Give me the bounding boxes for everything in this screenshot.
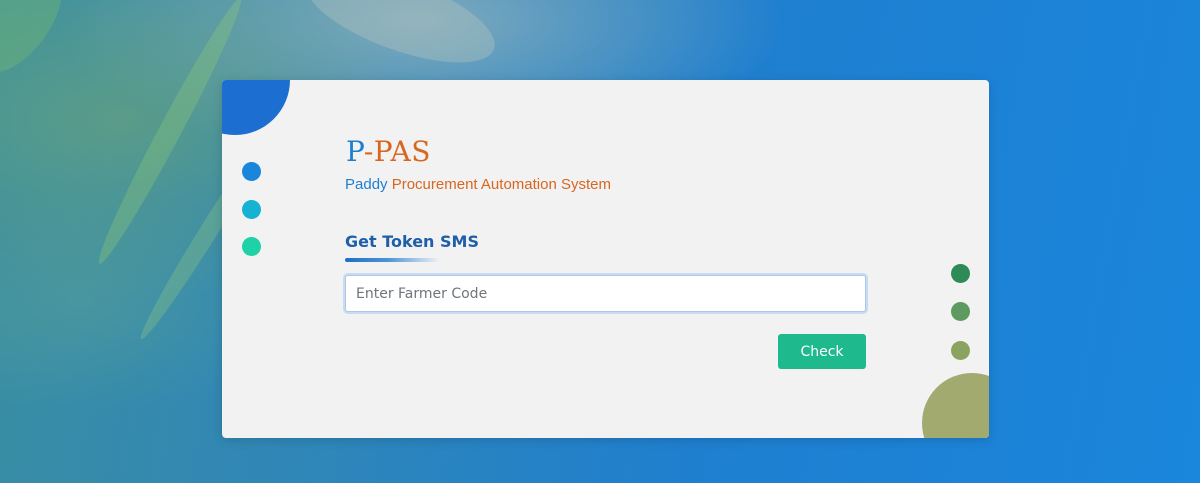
decorative-circle-large-top (222, 80, 290, 135)
login-card: P-PAS Paddy Procurement Automation Syste… (222, 80, 989, 438)
rice-leaf-decoration (0, 0, 79, 87)
decorative-dot-green-light (951, 341, 970, 360)
brand-logo-title: P-PAS (346, 138, 431, 166)
heading-underline (345, 258, 440, 262)
brand-subtitle: Paddy Procurement Automation System (345, 177, 611, 192)
decorative-dot-green-mid (951, 302, 970, 321)
brand-subtitle-rest: Procurement Automation System (387, 176, 611, 193)
brand-title-rest: -PAS (363, 135, 431, 168)
brand-title-first: P (346, 135, 364, 168)
brand-subtitle-word1: Paddy (345, 176, 388, 193)
rice-grain-decoration (294, 0, 506, 83)
decorative-dot-cyan (242, 200, 261, 219)
form-heading: Get Token SMS (345, 232, 479, 251)
decorative-dot-teal (242, 237, 261, 256)
decorative-circle-large-bottom (922, 373, 989, 438)
decorative-dot-green-dark (951, 264, 970, 283)
farmer-code-input[interactable] (345, 275, 866, 312)
check-button[interactable]: Check (778, 334, 866, 369)
decorative-dot-blue (242, 162, 261, 181)
